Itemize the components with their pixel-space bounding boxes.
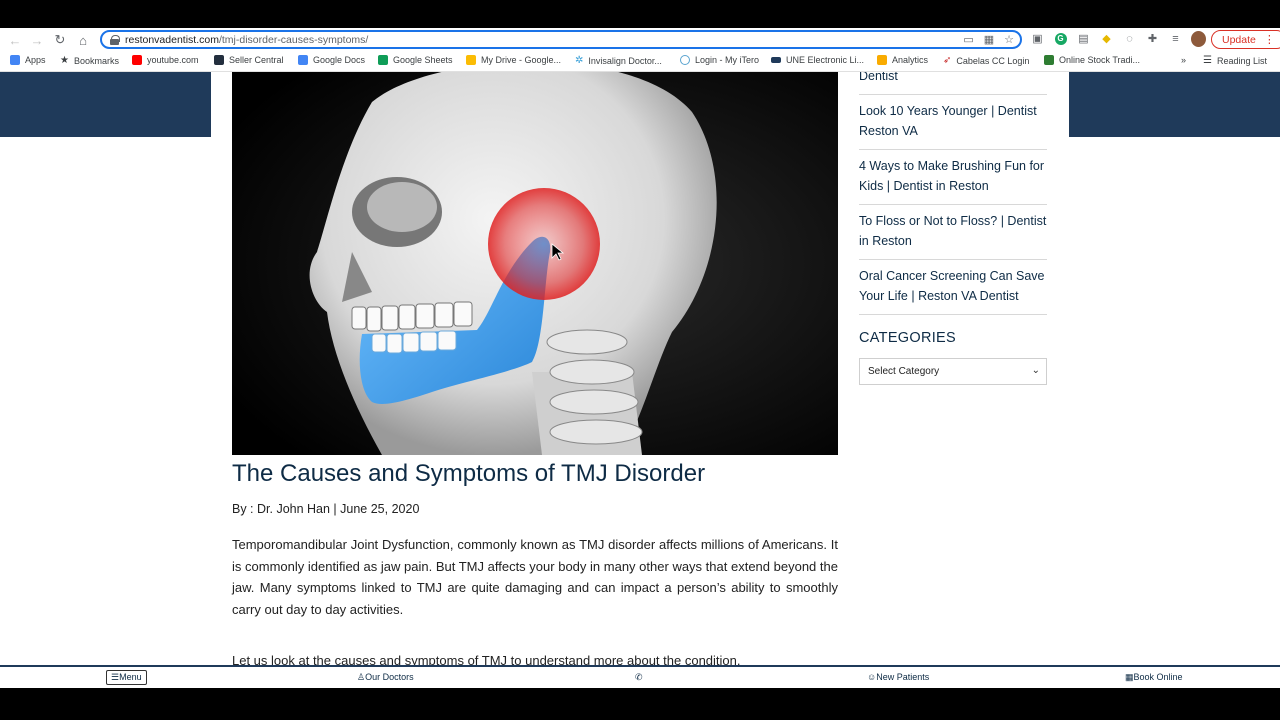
- une-icon: [771, 57, 781, 63]
- bookmark-apps[interactable]: Apps: [10, 55, 46, 65]
- window-bottom-bar: [0, 688, 1280, 720]
- cast-icon[interactable]: ▭: [963, 33, 973, 46]
- bookmark-itero[interactable]: Login - My iTero: [680, 55, 759, 65]
- invisalign-icon: ✲: [575, 55, 584, 66]
- bookmark-my-drive[interactable]: My Drive - Google...: [466, 55, 561, 65]
- youtube-icon: [132, 55, 142, 65]
- calendar-icon: ▦: [1125, 672, 1134, 682]
- our-doctors-link[interactable]: ♙Our Doctors: [357, 672, 414, 683]
- article-byline: By : Dr. John Han | June 25, 2020: [232, 502, 420, 516]
- docs-icon: [298, 55, 308, 65]
- bookmarks-bar: Apps ★ Bookmarks youtube.com Seller Centr…: [0, 52, 1280, 72]
- itero-icon: [680, 55, 690, 65]
- star-icon: ★: [60, 55, 69, 66]
- article-title: The Causes and Symptoms of TMJ Disorder: [232, 460, 706, 487]
- category-select[interactable]: Select Category ⌄: [859, 358, 1047, 385]
- bookmark-invisalign[interactable]: ✲ Invisalign Doctor...: [575, 55, 662, 66]
- chevron-down-icon: ⌄: [1031, 365, 1040, 376]
- skull-jaw-illustration: [232, 72, 838, 455]
- header-band-left: [0, 72, 211, 137]
- phone-icon: ✆: [635, 672, 643, 682]
- reload-icon[interactable]: ↻: [49, 29, 71, 51]
- qr-code-icon[interactable]: ▦: [984, 33, 994, 46]
- drive-icon: [466, 55, 476, 65]
- url-domain: restonvadentist.com: [125, 33, 219, 46]
- extension-wallet-icon[interactable]: ▣: [1030, 31, 1045, 46]
- article-paragraph-1: Temporomandibular Joint Dysfunction, com…: [232, 537, 838, 617]
- category-select-value: Select Category: [868, 366, 940, 377]
- recent-posts-list: Dentist Look 10 Years Younger | Dentist …: [859, 72, 1047, 315]
- tmj-hero-image: [232, 72, 838, 455]
- bookmark-une[interactable]: UNE Electronic Li...: [771, 55, 864, 65]
- home-icon[interactable]: ⌂: [72, 29, 94, 51]
- bookmark-reading-list[interactable]: ☰ Reading List: [1203, 55, 1267, 66]
- bookmarks-overflow[interactable]: »: [1181, 55, 1186, 65]
- address-bar[interactable]: restonvadentist.com/tmj-disorder-causes-…: [100, 30, 1022, 49]
- analytics-icon: [877, 55, 887, 65]
- bookmark-google-sheets[interactable]: Google Sheets: [378, 55, 453, 65]
- mobile-bottom-nav: ☰Menu ♙Our Doctors ✆ ☺New Patients ▦Book…: [0, 665, 1280, 688]
- bookmark-google-docs[interactable]: Google Docs: [298, 55, 365, 65]
- recent-post-link[interactable]: Oral Cancer Screening Can Save Your Life…: [859, 260, 1047, 315]
- bookmark-analytics[interactable]: Analytics: [877, 55, 928, 65]
- patient-icon: ☺: [867, 672, 877, 682]
- sheets-icon: [378, 55, 388, 65]
- bookmark-youtube[interactable]: youtube.com: [132, 55, 199, 65]
- bookmark-bookmarks[interactable]: ★ Bookmarks: [60, 55, 119, 66]
- update-label: Update: [1222, 33, 1256, 46]
- menu-button[interactable]: ☰Menu: [106, 670, 147, 685]
- media-queue-icon[interactable]: ≡: [1168, 31, 1183, 46]
- profile-avatar-icon[interactable]: [1191, 30, 1206, 47]
- url-path: /tmj-disorder-causes-symptoms/: [218, 33, 369, 46]
- overflow-icon: »: [1181, 55, 1187, 65]
- bookmark-online-stock[interactable]: Online Stock Tradi...: [1044, 55, 1140, 65]
- header-band-right: [1069, 72, 1280, 137]
- phone-link[interactable]: ✆: [635, 672, 643, 683]
- categories-heading: CATEGORIES: [859, 330, 956, 346]
- web-page: The Causes and Symptoms of TMJ Disorder …: [0, 72, 1280, 665]
- reading-list-icon: ☰: [1203, 55, 1212, 66]
- amazon-icon: [214, 55, 224, 65]
- recent-post-link[interactable]: To Floss or Not to Floss? | Dentist in R…: [859, 205, 1047, 260]
- browser-toolbar: ← → ↻ ⌂ restonvadentist.com/tmj-disorder…: [0, 28, 1280, 52]
- doctor-icon: ♙: [357, 672, 366, 682]
- extension-chat-icon[interactable]: ◌: [1122, 31, 1137, 46]
- bookmark-star-icon[interactable]: ☆: [1004, 33, 1014, 46]
- book-online-link[interactable]: ▦Book Online: [1125, 672, 1183, 683]
- window-top-bar: [0, 0, 1280, 28]
- forward-icon[interactable]: →: [26, 29, 48, 51]
- bookmark-seller-central[interactable]: Seller Central: [214, 55, 284, 65]
- back-icon[interactable]: ←: [4, 29, 26, 51]
- lock-icon: [110, 35, 120, 45]
- recent-post-link[interactable]: Look 10 Years Younger | Dentist Reston V…: [859, 95, 1047, 150]
- more-menu-icon: ⋮: [1263, 34, 1275, 46]
- bookmark-cabelas[interactable]: ➶ Cabelas CC Login: [943, 55, 1029, 66]
- new-patients-link[interactable]: ☺New Patients: [867, 672, 929, 682]
- grammarly-icon[interactable]: G: [1053, 31, 1068, 46]
- extension-shield-icon[interactable]: ◆: [1099, 31, 1114, 46]
- extensions-puzzle-icon[interactable]: ✚: [1145, 31, 1160, 46]
- update-button[interactable]: Update ⋮: [1211, 30, 1280, 49]
- article-paragraph-2: Let us look at the causes and symptoms o…: [232, 653, 741, 665]
- cabelas-icon: ➶: [943, 55, 952, 66]
- recent-post-link[interactable]: 4 Ways to Make Brushing Fun for Kids | D…: [859, 150, 1047, 205]
- recent-post-link[interactable]: Dentist: [859, 72, 1047, 95]
- apps-grid-icon: [10, 55, 20, 65]
- td-icon: [1044, 55, 1054, 65]
- extension-image-icon[interactable]: ▤: [1076, 31, 1091, 46]
